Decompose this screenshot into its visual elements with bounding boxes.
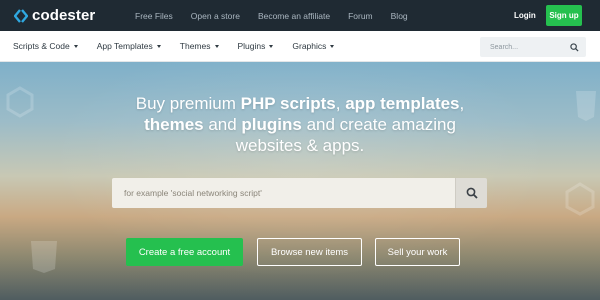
nav-blog[interactable]: Blog — [391, 11, 408, 21]
headline-highlight: app templates — [345, 94, 460, 113]
hero-search: for example 'social networking script' — [112, 178, 487, 208]
login-link[interactable]: Login — [514, 11, 536, 20]
headline-line-3: websites & apps. — [235, 136, 365, 155]
signup-button[interactable]: Sign up — [546, 5, 582, 26]
chevron-down-icon — [269, 44, 274, 48]
nav-forum[interactable]: Forum — [348, 11, 373, 21]
menu-graphics[interactable]: Graphics — [292, 41, 335, 51]
header-search-placeholder: Search... — [490, 43, 519, 51]
headline-highlight: themes — [144, 115, 204, 134]
menu-label: Plugins — [237, 41, 266, 51]
js-logo-icon — [31, 241, 57, 273]
header-search-input[interactable]: Search... — [480, 37, 586, 57]
top-bar: codester Free Files Open a store Become … — [0, 0, 600, 31]
hero-search-button[interactable] — [455, 178, 487, 208]
nav-open-store[interactable]: Open a store — [191, 11, 240, 21]
menu-label: Scripts & Code — [13, 41, 70, 51]
menu-app-templates[interactable]: App Templates — [97, 41, 161, 51]
brand-logo[interactable]: codester — [14, 7, 114, 24]
menu-label: App Templates — [96, 41, 153, 51]
search-icon — [466, 187, 478, 199]
headline-text: , — [335, 94, 346, 113]
headline-line-1: Buy premium PHP scripts, app templates, — [0, 93, 600, 114]
headline-text: and — [203, 115, 242, 134]
headline-text: and create amazing — [301, 115, 456, 134]
headline-text: , — [459, 94, 465, 113]
nav-free-files[interactable]: Free Files — [135, 11, 173, 21]
menu-themes[interactable]: Themes — [180, 41, 219, 51]
menu-scripts-code[interactable]: Scripts & Code — [13, 41, 78, 51]
search-icon[interactable] — [570, 42, 579, 52]
chevron-down-icon — [214, 44, 219, 48]
browse-items-button[interactable]: Browse new items — [257, 238, 362, 266]
headline-line-2: themes and plugins and create amazing — [0, 114, 600, 135]
hero-search-input[interactable]: for example 'social networking script' — [112, 178, 455, 208]
headline-text: Buy premium — [135, 94, 241, 113]
top-nav: Free Files Open a store Become an affili… — [135, 11, 426, 21]
headline-highlight: plugins — [241, 115, 302, 134]
chevron-down-icon — [156, 44, 161, 48]
chevron-down-icon — [73, 44, 78, 48]
nav-affiliate[interactable]: Become an affiliate — [258, 11, 330, 21]
codester-logo-icon — [14, 8, 28, 23]
headline-highlight: PHP scripts — [240, 94, 336, 113]
brand-name: codester — [32, 7, 96, 24]
menu-label: Graphics — [292, 41, 327, 51]
hero-headline: Buy premium PHP scripts, app templates, … — [0, 93, 600, 156]
menu-label: Themes — [179, 41, 211, 51]
chevron-down-icon — [330, 44, 335, 48]
create-account-button[interactable]: Create a free account — [126, 238, 243, 266]
sell-work-button[interactable]: Sell your work — [375, 238, 460, 266]
menu-plugins[interactable]: Plugins — [238, 41, 274, 51]
unity-logo-icon-right — [565, 182, 595, 216]
